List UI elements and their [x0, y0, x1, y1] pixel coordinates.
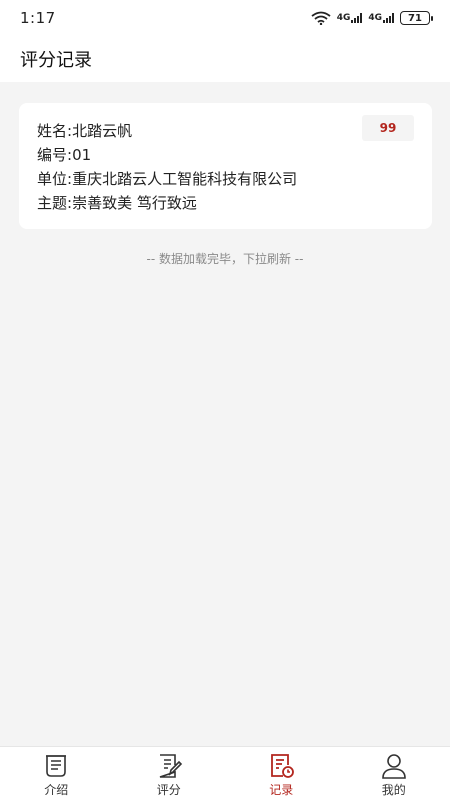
record-theme-row: 主题: 崇善致美 笃行致远	[37, 191, 414, 215]
scroll-icon	[46, 755, 67, 777]
tab-intro[interactable]: 介绍	[0, 747, 113, 800]
signal-strength-2: 4G	[368, 13, 394, 23]
battery-level: 71	[408, 12, 422, 24]
record-unit-row: 单位: 重庆北踏云人工智能科技有限公司	[37, 167, 414, 191]
tab-intro-label: 介绍	[44, 783, 69, 797]
theme-value: 崇善致美 笃行致远	[72, 194, 197, 212]
app-bar: 评分记录	[0, 36, 450, 82]
name-label: 姓名:	[37, 122, 73, 140]
signal-type-1: 4G	[336, 13, 351, 23]
record-name-row: 姓名: 北踏云帆	[37, 119, 414, 143]
bottom-tab-bar: 介绍 评分 记录 我的	[0, 746, 450, 800]
signal-type-2: 4G	[368, 13, 382, 23]
id-value: 01	[72, 146, 92, 164]
unit-value: 重庆北踏云人工智能科技有限公司	[72, 170, 298, 188]
user-icon	[381, 754, 406, 779]
signal-bars-icon	[383, 13, 394, 23]
wifi-icon	[311, 11, 331, 25]
tab-score[interactable]: 评分	[113, 747, 226, 800]
record-card[interactable]: 姓名: 北踏云帆 编号: 01 单位: 重庆北踏云人工智能科技有限公司 主题: …	[19, 103, 432, 229]
name-value: 北踏云帆	[72, 122, 133, 140]
page-title: 评分记录	[20, 50, 92, 71]
edit-note-icon	[159, 754, 182, 778]
list-end-message: -- 数据加载完毕，下拉刷新 --	[146, 252, 304, 266]
score-badge: 99	[362, 115, 414, 141]
tab-records-label: 记录	[269, 783, 294, 797]
tab-records[interactable]: 记录	[225, 747, 338, 800]
theme-label: 主题:	[37, 194, 73, 212]
status-time: 1:17	[20, 9, 56, 27]
tab-score-label: 评分	[156, 783, 181, 797]
record-clock-icon	[271, 754, 295, 778]
status-icons: 4G 4G 71	[311, 11, 433, 25]
unit-label: 单位:	[37, 170, 73, 188]
tab-mine[interactable]: 我的	[338, 747, 450, 800]
battery-icon: 71	[400, 11, 433, 25]
record-id-row: 编号: 01	[37, 143, 414, 167]
status-bar: 1:17 4G 4G 71	[0, 0, 450, 36]
tab-mine-label: 我的	[381, 783, 406, 797]
signal-strength-1: 4G	[337, 13, 363, 23]
id-label: 编号:	[37, 146, 73, 164]
signal-bars-icon	[351, 13, 363, 23]
